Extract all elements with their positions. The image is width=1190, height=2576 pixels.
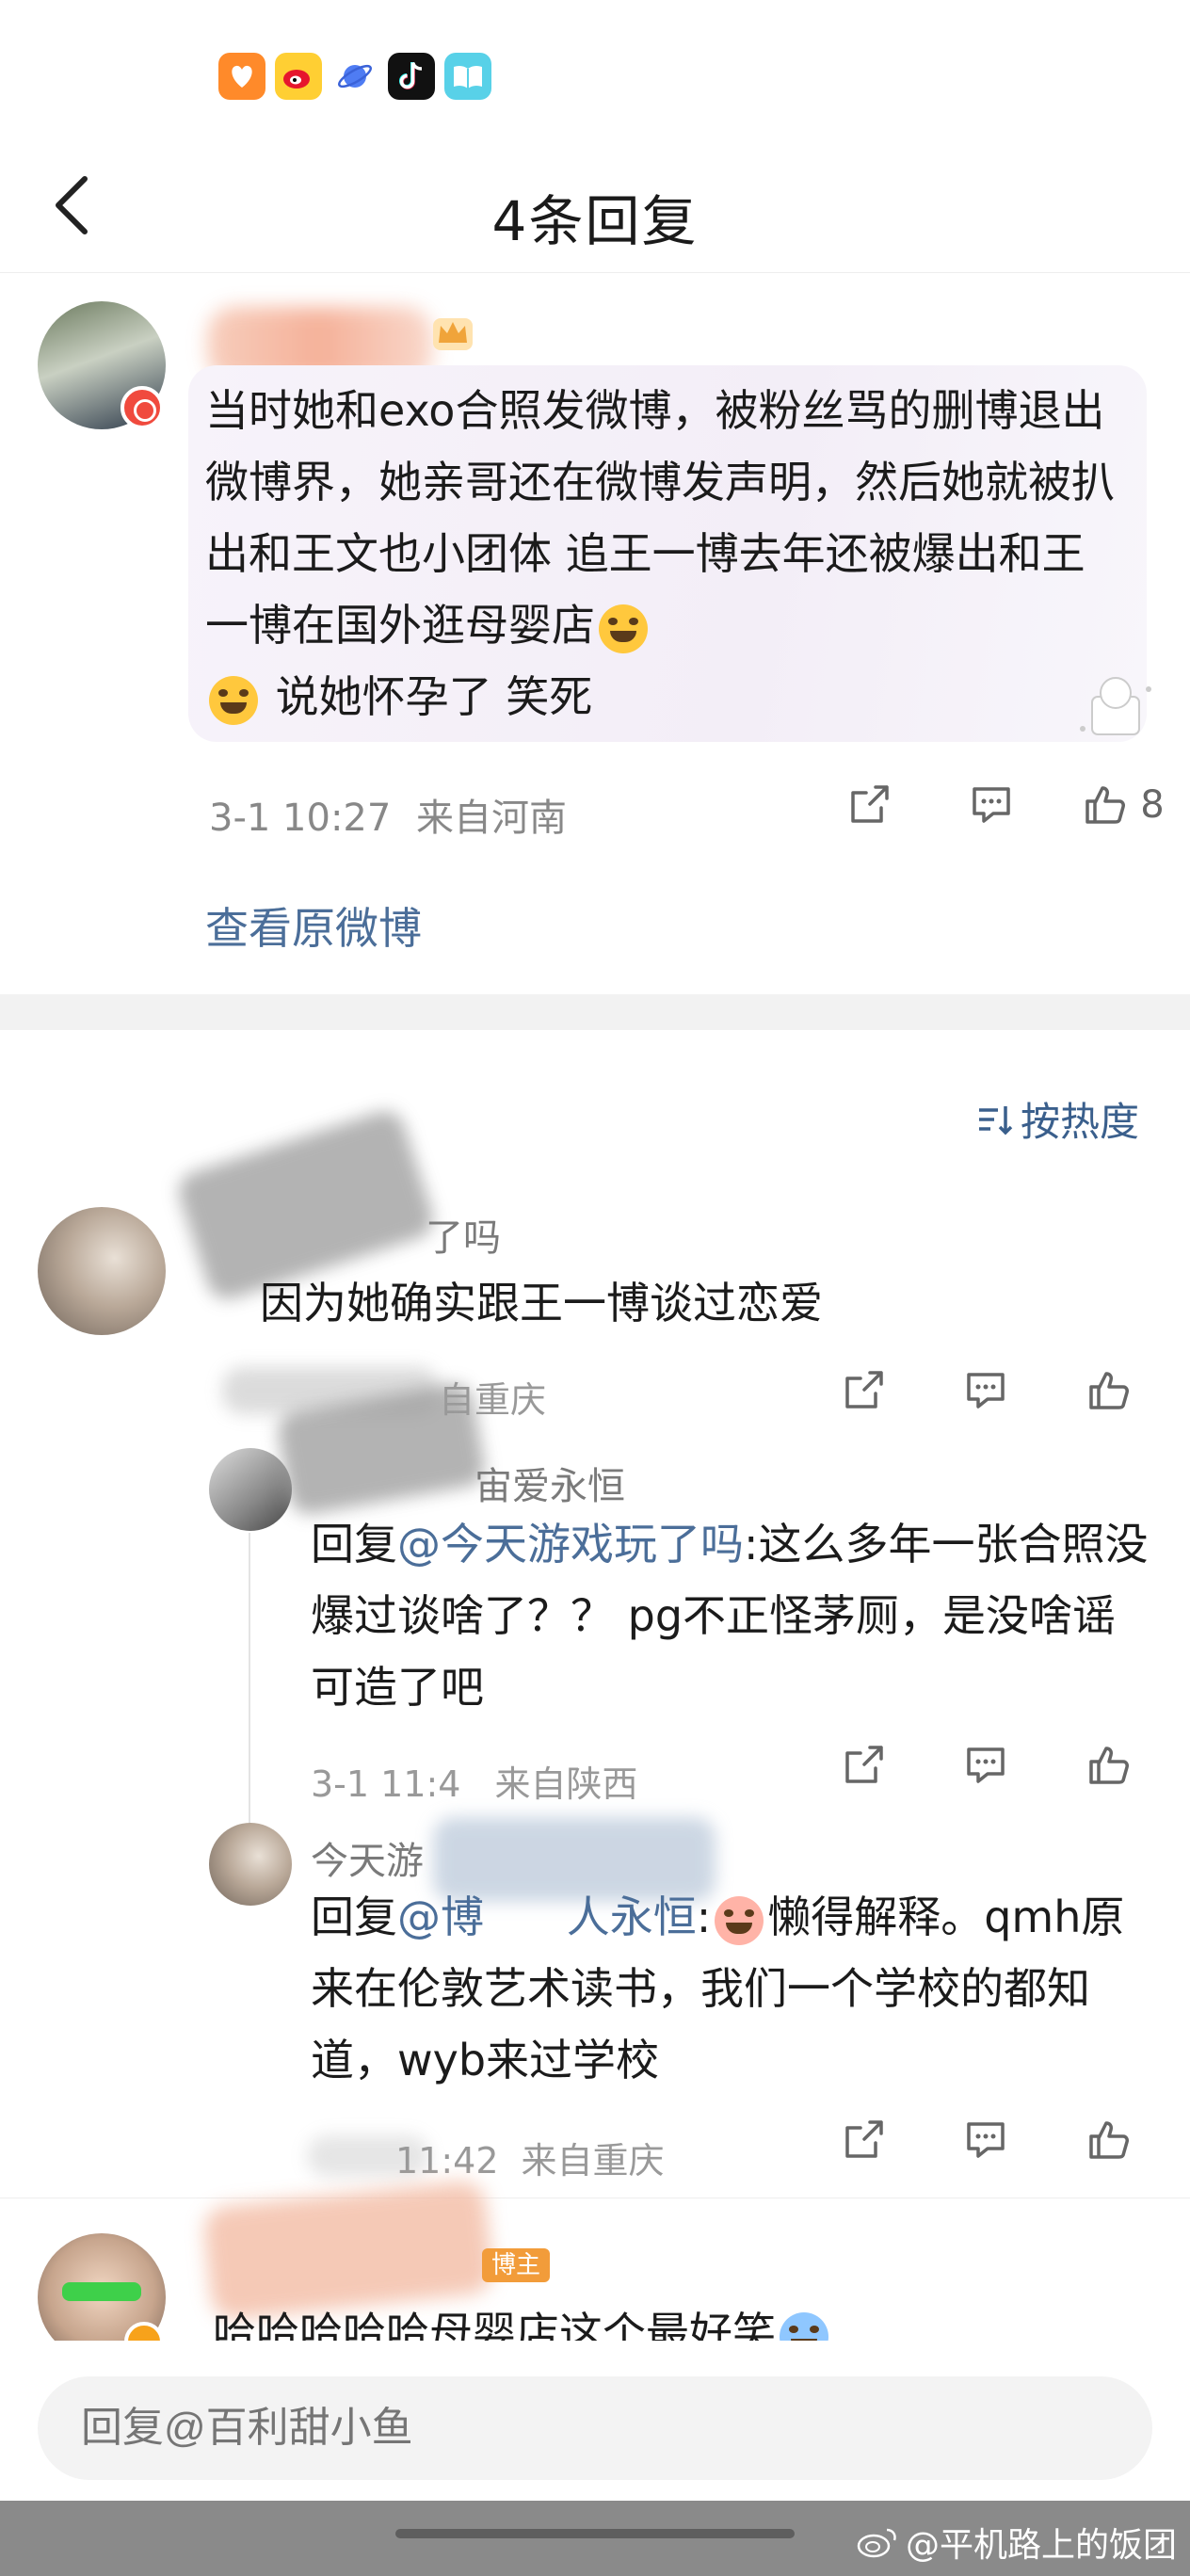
app-heart-icon <box>218 53 265 100</box>
book-app-icon <box>444 53 491 100</box>
avatar[interactable] <box>209 1448 292 1531</box>
main-comment-text: 当时她和exo合照发微博，被粉丝骂的删博退出微博界，她亲哥还在微博发声明，然后她… <box>205 375 1128 733</box>
share-button[interactable] <box>802 2107 925 2173</box>
status-bar <box>0 0 1190 141</box>
nav-bar: 4条回复 <box>0 141 1190 273</box>
weibo-app-icon <box>275 53 322 100</box>
sunglasses-shape <box>62 2282 141 2301</box>
like-button[interactable] <box>1047 2107 1169 2173</box>
sort-label: 按热度 <box>1020 1099 1139 1145</box>
comment-text: 因为她确实跟王一博谈过恋爱 <box>260 1267 823 1339</box>
comment-username: 今天游 <box>311 1840 424 1883</box>
comment-button[interactable] <box>925 1732 1047 1798</box>
comment-meta: 11:42 来自重庆 <box>395 2132 665 2183</box>
comment-actions <box>802 2107 1169 2173</box>
planet-app-icon <box>331 53 378 100</box>
comment-icon <box>967 1373 1005 1409</box>
mention-obscured: ​ <box>484 1892 567 1942</box>
comment-icon <box>973 787 1010 823</box>
share-icon <box>845 2120 883 2158</box>
share-icon <box>851 785 889 823</box>
reply-input[interactable] <box>38 2376 1152 2480</box>
thumbs-up-icon <box>1089 1372 1129 1409</box>
share-icon <box>845 1746 883 1783</box>
watermark: @平机路上的饭团 <box>857 2518 1177 2567</box>
comment-time: 3-1 11:4 <box>311 1763 461 1805</box>
thumbs-up-icon <box>1089 2121 1129 2159</box>
mention-link[interactable]: @今天游戏玩了吗 <box>397 1519 744 1570</box>
reply-bar <box>0 2341 1190 2501</box>
share-button[interactable] <box>802 1732 925 1798</box>
thumbs-up-icon <box>1089 1747 1129 1784</box>
comment-text: 回复@今天游戏玩了吗:这么多年一张合照没爆过谈啥了？？ pg不正怪茅厕，是没啥谣… <box>311 1508 1158 1723</box>
comment-location: 来自陕西 <box>494 1763 638 1805</box>
weibo-logo-icon <box>857 2528 896 2558</box>
like-button[interactable]: 8 <box>1053 772 1190 838</box>
mention-link[interactable]: @博 <box>397 1892 484 1942</box>
comment-time: 3-1 10:27 <box>209 797 392 840</box>
watermark-text: @平机路上的饭团 <box>905 2526 1177 2565</box>
share-button[interactable] <box>802 1358 925 1424</box>
comment-username: 了吗 <box>426 1216 501 1260</box>
notification-icons <box>218 53 491 100</box>
comment-button[interactable] <box>925 2107 1047 2173</box>
view-original-link[interactable]: 查看原微博 <box>205 894 422 957</box>
avatar[interactable] <box>38 1207 166 1335</box>
avatar[interactable] <box>209 1823 292 1906</box>
bubble-decoration-icon <box>1080 677 1151 735</box>
comment-time: 11:42 <box>395 2140 499 2182</box>
comment-button[interactable] <box>930 772 1053 838</box>
main-comment-body: 当时她和exo合照发微博，被粉丝骂的删博退出微博界，她亲哥还在微博发声明，然后她… <box>205 385 1115 651</box>
main-comment-tail: 说她怀孕了 笑死 <box>262 671 593 722</box>
crown-icon <box>433 318 473 350</box>
heart-face-emoji-icon <box>715 1895 764 1945</box>
like-button[interactable] <box>1047 1732 1169 1798</box>
comment-meta: 3-1 10:27 来自河南 <box>209 787 567 842</box>
comment-icon <box>967 1747 1005 1783</box>
comment-icon <box>967 2122 1005 2158</box>
system-nav-bar: @平机路上的饭团 <box>0 2501 1190 2576</box>
sort-by-hot-button[interactable]: 按热度 <box>975 1090 1139 1148</box>
main-comment: 当时她和exo合照发微博，被粉丝骂的删博退出微博界，她亲哥还在微博发声明，然后她… <box>0 273 1190 989</box>
page-title: 4条回复 <box>491 189 699 253</box>
comment-button[interactable] <box>925 1358 1047 1424</box>
like-count: 8 <box>1140 783 1165 827</box>
laugh-cry-emoji-icon <box>599 604 648 653</box>
share-icon <box>845 1371 883 1409</box>
reply-prefix: 回复 <box>311 1892 397 1942</box>
blogger-badge: 博主 <box>482 2248 551 2282</box>
reply-prefix: 回复 <box>311 1519 397 1570</box>
share-button[interactable] <box>808 772 930 838</box>
mention-link-tail[interactable]: 人永恒 <box>567 1892 697 1942</box>
comment-actions: 8 <box>808 772 1190 838</box>
laugh-cry-emoji-icon <box>209 675 258 725</box>
comment-actions <box>802 1358 1169 1424</box>
verified-badge-icon <box>121 386 164 429</box>
thread-line <box>249 1533 250 1843</box>
comment-meta: 3-1 11:4 来自陕西 <box>311 1755 638 1807</box>
tiktok-app-icon <box>388 53 435 100</box>
section-divider <box>0 994 1190 1030</box>
comment-location: 来自河南 <box>416 797 568 840</box>
like-button[interactable] <box>1047 1358 1169 1424</box>
comment-username: 宙爱永恒 <box>474 1465 625 1508</box>
comment-actions <box>802 1732 1169 1798</box>
comment-location: 来自重庆 <box>521 2140 665 2182</box>
colon-text: : <box>696 1892 712 1942</box>
sort-icon <box>978 1105 1013 1135</box>
home-indicator[interactable] <box>395 2529 795 2538</box>
comment-body: 因为她确实跟王一博谈过恋爱 <box>260 1278 823 1328</box>
thumbs-up-icon <box>1085 786 1126 824</box>
comment-text: 回复@博​ 人永恒: 懒得解释。qmh原来在伦敦艺术读书，我们一个学校的都知道，w… <box>311 1881 1158 2096</box>
